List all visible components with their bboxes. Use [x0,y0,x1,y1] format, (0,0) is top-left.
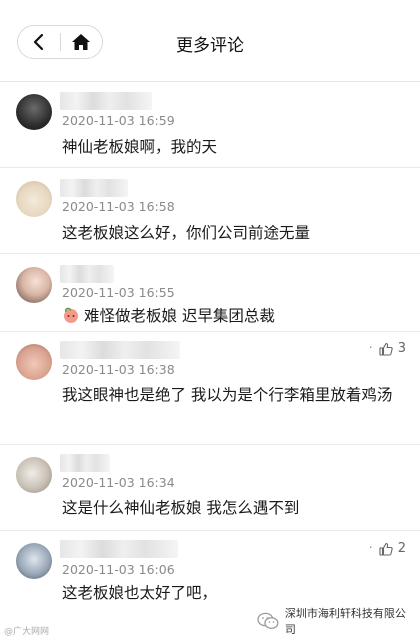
dot-separator: · [368,541,373,556]
comment-text: 这老板娘这么好，你们公司前途无量 [62,224,311,242]
wechat-icon [257,612,279,629]
avatar[interactable] [16,94,52,130]
comment-item: 2020-11-03 16:58 这老板娘这么好，你们公司前途无量 [0,168,420,254]
comment-time: 2020-11-03 16:34 [62,475,175,490]
comment-item: · 3 2020-11-03 16:38 我这眼神也是绝了 我以为是个行李箱里放… [0,332,420,445]
watermark-text: 深圳市海利轩科技有限公司 [284,607,406,636]
username-blurred[interactable] [60,92,152,110]
page-title: 更多评论 [176,36,244,56]
comment-item: 2020-11-03 16:59 神仙老板娘啊，我的天 [0,82,420,168]
header-bar: 更多评论 [0,0,420,82]
like-button[interactable]: · 3 [369,341,406,356]
comment-item: 2020-11-03 16:55 难怪做老板娘 迟早集团总裁 [0,254,420,332]
avatar[interactable] [16,457,52,493]
thumbs-up-icon [379,542,393,556]
comment-list[interactable]: 2020-11-03 16:59 神仙老板娘啊，我的天 2020-11-03 1… [0,82,420,631]
avatar[interactable] [16,267,52,303]
watermark-left: @广大网网 [4,627,50,637]
thumbs-up-icon [379,342,393,356]
comment-text: 神仙老板娘啊，我的天 [62,138,218,156]
avatar[interactable] [16,344,52,380]
comment-time: 2020-11-03 16:59 [62,113,175,128]
comment-text: 这老板娘也太好了吧， [62,584,218,602]
username-blurred[interactable] [60,179,128,197]
username-blurred[interactable] [60,265,114,283]
comment-time: 2020-11-03 16:38 [62,362,175,377]
comment-time: 2020-11-03 16:58 [62,199,175,214]
dot-separator: · [368,341,373,356]
like-button[interactable]: · 2 [369,541,406,556]
like-count: 3 [397,341,406,356]
comment-text: 这是什么神仙老板娘 我怎么遇不到 [62,499,300,517]
comment-time: 2020-11-03 16:55 [62,285,175,300]
username-blurred[interactable] [60,341,180,359]
comment-text: 我这眼神也是绝了 我以为是个行李箱里放着鸡汤 [62,386,393,404]
username-blurred[interactable] [60,540,178,558]
comment-time: 2020-11-03 16:06 [62,562,175,577]
like-count: 2 [397,541,406,556]
avatar[interactable] [16,181,52,217]
watermark-right: 深圳市海利轩科技有限公司 [253,607,420,636]
peach-emoji-icon [64,307,78,323]
username-blurred[interactable] [60,454,110,472]
comment-text: 难怪做老板娘 迟早集团总裁 [84,307,275,325]
comment-item: 2020-11-03 16:34 这是什么神仙老板娘 我怎么遇不到 [0,445,420,531]
avatar[interactable] [16,543,52,579]
comment-text-row: 难怪做老板娘 迟早集团总裁 [62,303,407,329]
